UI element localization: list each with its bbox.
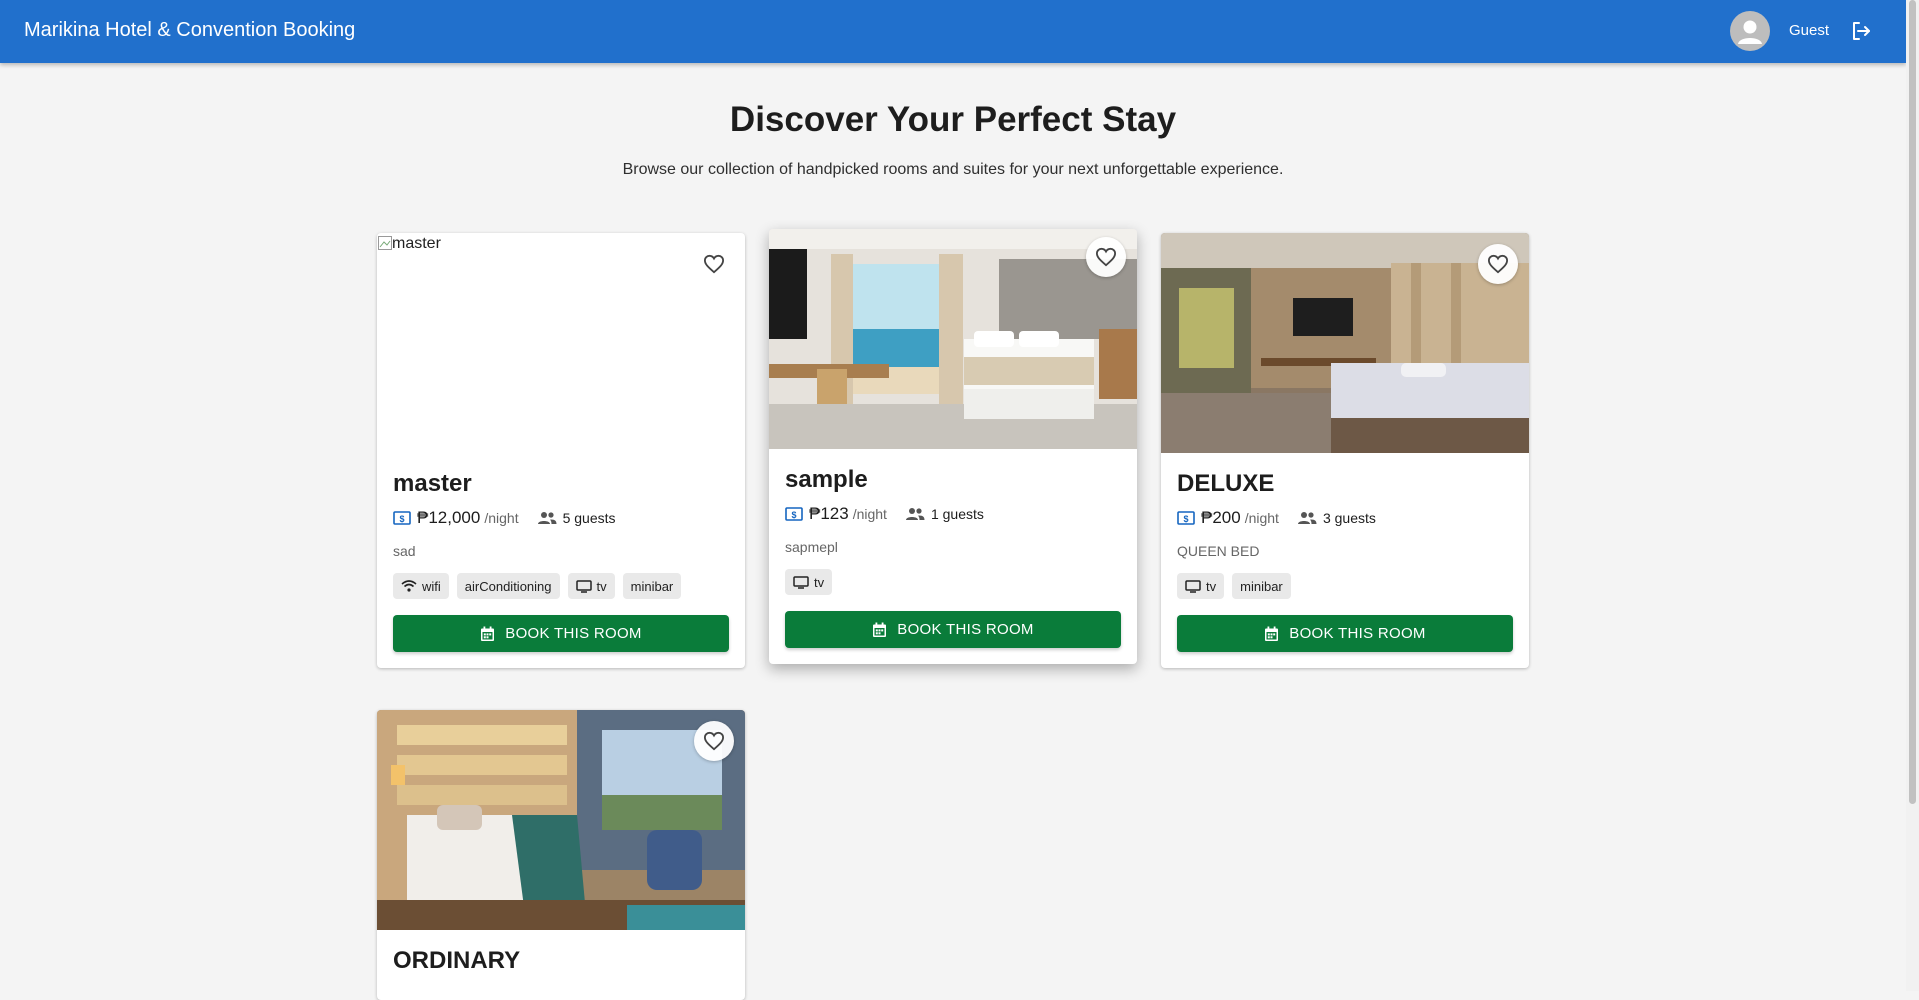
price-unit: /night <box>484 510 519 526</box>
favorite-button[interactable] <box>694 244 734 284</box>
page-subtitle: Browse our collection of handpicked room… <box>622 161 1284 178</box>
favorite-button[interactable] <box>694 721 734 761</box>
image-alt-text: master <box>392 235 441 252</box>
room-name: ORDINARY <box>393 947 521 974</box>
price-unit: /night <box>1244 510 1279 526</box>
amenities-list: wifi airConditioning tv minibar <box>393 573 729 599</box>
favorite-button[interactable] <box>1086 237 1126 277</box>
room-image: master <box>377 233 745 453</box>
logout-icon[interactable] <box>1849 19 1873 43</box>
room-description: QUEEN BED <box>1177 543 1260 559</box>
amenity-label: wifi <box>422 578 441 594</box>
amenities-list: tv <box>785 569 1121 595</box>
book-button-label: BOOK THIS ROOM <box>897 621 1034 638</box>
amenity-chip: tv <box>785 569 833 595</box>
heart-outline-icon <box>1487 254 1509 274</box>
room-name: master <box>393 470 472 497</box>
room-meta: $ ₱12,000 /night 5 guests <box>393 507 729 529</box>
amenity-chip: airConditioning <box>456 573 560 599</box>
room-guests: 3 guests <box>1322 510 1376 526</box>
amenity-label: minibar <box>1240 578 1283 594</box>
amenities-list: tv minibar <box>1177 573 1513 599</box>
avatar-icon[interactable] <box>1730 11 1770 51</box>
room-image <box>1161 233 1529 453</box>
room-name: sample <box>785 466 868 493</box>
amenity-label: minibar <box>630 578 674 594</box>
room-meta: $ ₱200 /night 3 guests <box>1177 507 1513 529</box>
scrollbar[interactable] <box>1906 0 1919 991</box>
heart-outline-icon <box>1095 247 1117 267</box>
svg-text:$: $ <box>1183 514 1188 524</box>
room-meta: $ ₱123 /night 1 guests <box>785 503 1121 525</box>
book-room-button[interactable]: BOOK THIS ROOM <box>785 611 1121 648</box>
amenity-chip: minibar <box>1232 573 1291 599</box>
svg-text:$: $ <box>791 510 796 520</box>
amenity-label: tv <box>814 574 825 590</box>
people-icon <box>1297 512 1317 524</box>
room-card-deluxe: DELUXE $ ₱200 /night 3 guests QUEEN BED … <box>1161 233 1529 668</box>
calendar-icon <box>873 622 887 637</box>
room-name: DELUXE <box>1177 470 1275 497</box>
room-image <box>377 710 745 930</box>
room-guests: 1 guests <box>930 506 984 522</box>
room-image <box>769 229 1137 449</box>
room-description: sad <box>393 543 416 559</box>
user-name: Guest <box>1789 22 1830 39</box>
amenity-label: tv <box>596 578 607 594</box>
app-title: Marikina Hotel & Convention Booking <box>24 19 356 41</box>
book-room-button[interactable]: BOOK THIS ROOM <box>393 615 729 652</box>
amenity-chip: tv <box>1177 573 1225 599</box>
room-description: sapmepl <box>785 539 838 555</box>
room-card-master: master master $ ₱12,000 /night 5 guests … <box>377 233 745 668</box>
wifi-icon <box>401 580 417 592</box>
money-icon: $ <box>393 511 411 525</box>
people-icon <box>537 512 557 524</box>
svg-text:$: $ <box>399 514 404 524</box>
tv-icon <box>793 575 809 589</box>
tv-icon <box>575 579 592 593</box>
heart-outline-icon <box>703 731 725 751</box>
book-room-button[interactable]: BOOK THIS ROOM <box>1177 615 1513 652</box>
people-icon <box>905 508 925 520</box>
amenity-chip: tv <box>567 573 615 599</box>
room-price: ₱12,000 <box>417 508 481 527</box>
room-price: ₱123 <box>809 504 849 523</box>
page-title: Discover Your Perfect Stay <box>729 100 1177 139</box>
amenity-label: tv <box>1206 578 1217 594</box>
book-button-label: BOOK THIS ROOM <box>505 625 642 642</box>
app-bar: Marikina Hotel & Convention Booking Gues… <box>0 0 1906 63</box>
room-guests: 5 guests <box>562 510 616 526</box>
room-card-sample: sample $ ₱123 /night 1 guests sapmepl tv… <box>769 229 1137 664</box>
scrollbar-thumb[interactable] <box>1909 0 1916 804</box>
money-icon: $ <box>785 507 803 521</box>
amenity-label: airConditioning <box>464 578 552 594</box>
room-card-ordinary: ORDINARY <box>377 710 745 1000</box>
amenity-chip: wifi <box>393 573 449 599</box>
tv-icon <box>1185 579 1201 593</box>
room-price: ₱200 <box>1201 508 1241 527</box>
favorite-button[interactable] <box>1478 244 1518 284</box>
price-unit: /night <box>852 506 887 522</box>
money-icon: $ <box>1177 511 1195 525</box>
amenity-chip: minibar <box>622 573 682 599</box>
broken-image-icon: master <box>378 235 441 253</box>
book-button-label: BOOK THIS ROOM <box>1289 625 1426 642</box>
calendar-icon <box>481 626 495 641</box>
calendar-icon <box>1265 626 1279 641</box>
heart-outline-icon <box>703 254 725 274</box>
